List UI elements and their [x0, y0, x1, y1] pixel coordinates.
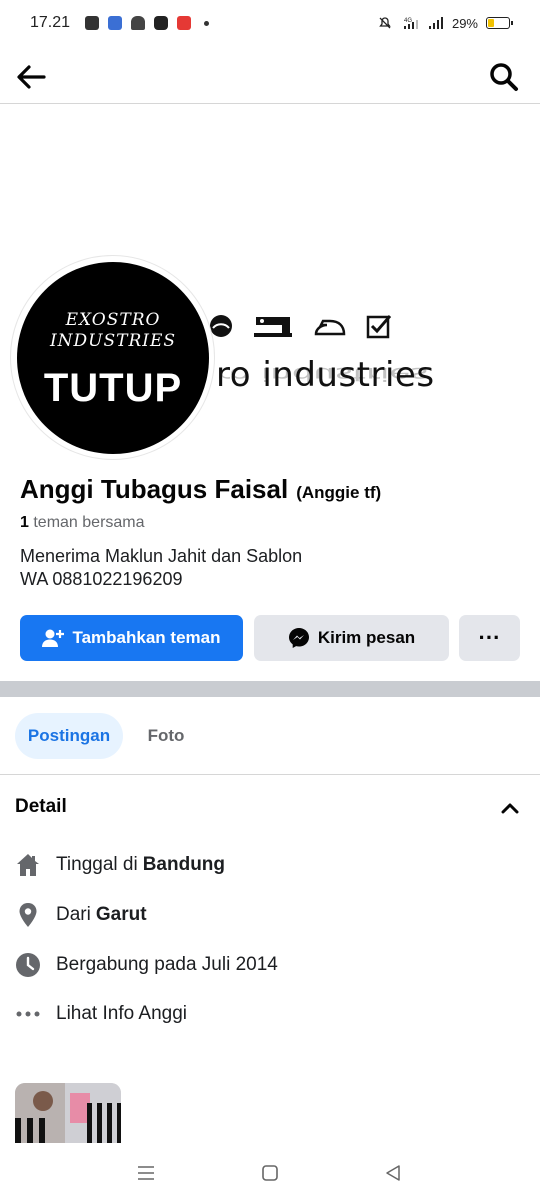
youtube-icon: [154, 16, 169, 30]
chevron-up-icon[interactable]: [500, 798, 520, 818]
bio-line-1: Menerima Maklun Jahit dan Sablon: [20, 546, 303, 566]
tab-photos[interactable]: Foto: [130, 713, 202, 759]
detail-lives-in-prefix: Tinggal di: [56, 854, 138, 875]
add-friend-label: Tambahkan teman: [72, 628, 221, 647]
add-friend-icon: [42, 629, 65, 647]
add-friend-button[interactable]: Tambahkan teman: [20, 615, 243, 661]
messenger-icon: [288, 628, 309, 648]
checkbox-icon: [366, 315, 392, 339]
sewing-machine-icon: [254, 317, 292, 337]
clock-icon: [15, 952, 41, 978]
mutual-text: teman bersama: [33, 514, 145, 531]
android-nav-bar: [0, 1145, 540, 1200]
featured-photo-thumbnail[interactable]: [15, 1083, 121, 1143]
detail-from-value[interactable]: Garut: [96, 904, 147, 926]
profile-name: Anggi Tubagus Faisal: [20, 474, 289, 504]
profile-name-line: Anggi Tubagus Faisal (Anggie tf): [20, 474, 381, 505]
tab-posts-label: Postingan: [27, 726, 111, 745]
section-divider: [0, 681, 540, 697]
detail-row-lives-in: Tinggal di Bandung: [15, 850, 225, 880]
shopee-icon: [85, 16, 100, 30]
cover-icons: [208, 313, 392, 339]
recent-apps-icon[interactable]: [135, 1162, 157, 1184]
home-nav-icon[interactable]: [259, 1162, 281, 1184]
detail-row-joined: Bergabung pada Juli 2014: [15, 950, 278, 980]
home-icon: [15, 852, 41, 878]
detail-row-see-info[interactable]: Lihat Info Anggi: [15, 999, 187, 1029]
app-icon: [108, 16, 123, 30]
photo-image: [15, 1083, 121, 1143]
battery-percent: 29%: [451, 15, 478, 31]
avatar-overlay-text: TUTUP: [43, 366, 183, 410]
tabs-divider: [0, 774, 540, 775]
mute-icon: [379, 17, 391, 29]
detail-title: Detail: [15, 796, 67, 817]
avatar: EXOSTRO INDUSTRIES TUTUP: [17, 262, 209, 454]
profile-picture[interactable]: EXOSTRO INDUSTRIES TUTUP: [10, 255, 215, 460]
status-bar: 17.21 4G 29%: [0, 0, 540, 46]
back-nav-icon[interactable]: [382, 1162, 404, 1184]
detail-joined-text: Bergabung pada Juli 2014: [56, 954, 278, 975]
svg-text:4G: 4G: [404, 18, 412, 24]
tab-photos-label: Foto: [147, 726, 185, 745]
mutual-friends[interactable]: 1 teman bersama: [20, 514, 145, 532]
more-dots-icon: [15, 1001, 41, 1027]
more-options-icon: ···: [478, 625, 501, 650]
arrow-left-icon[interactable]: [14, 60, 48, 94]
iron-icon: [314, 319, 346, 336]
search-icon[interactable]: [488, 61, 520, 93]
profile-nickname: (Anggie tf): [296, 483, 382, 502]
profile-bio: Menerima Maklun Jahit dan Sablon WA 0881…: [20, 545, 302, 591]
signal-icon: [428, 17, 443, 29]
cover-text-reflection: ro industries: [216, 363, 429, 385]
status-time: 17.21: [30, 14, 71, 31]
dot-icon: [204, 20, 210, 26]
tab-posts[interactable]: Postingan: [15, 713, 123, 759]
location-pin-icon: [15, 902, 41, 928]
send-message-button[interactable]: Kirim pesan: [254, 615, 449, 661]
bio-line-2: WA 0881022196209: [20, 569, 183, 589]
detail-row-from: Dari Garut: [15, 900, 147, 930]
android-icon: [131, 16, 146, 30]
more-options-button[interactable]: ···: [459, 615, 520, 661]
detail-lives-in-value[interactable]: Bandung: [143, 854, 225, 876]
signal-4g-icon: 4G: [403, 18, 418, 29]
avatar-brand-logo: EXOSTRO INDUSTRIES: [49, 310, 177, 351]
app-icon-red: [177, 16, 192, 30]
detail-from-prefix: Dari: [56, 904, 91, 925]
top-nav: [0, 50, 540, 104]
send-message-label: Kirim pesan: [317, 628, 416, 647]
mutual-count: 1: [20, 514, 29, 531]
detail-see-info-text: Lihat Info Anggi: [56, 1003, 187, 1024]
battery-icon: [486, 17, 513, 29]
